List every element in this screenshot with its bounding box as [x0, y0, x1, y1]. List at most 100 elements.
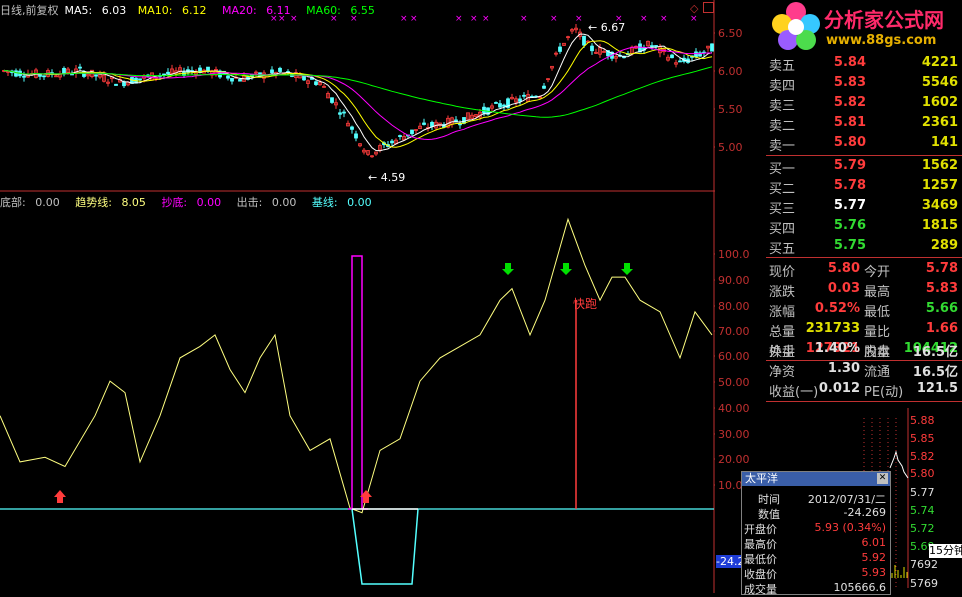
ma60-value: 6.55: [350, 4, 375, 17]
period-switch-button[interactable]: 15分钟: [929, 544, 962, 558]
tooltip-value: 5.92: [861, 551, 887, 564]
ask-row[interactable]: 卖三 5.82 1602: [766, 94, 962, 114]
ask-label: 卖一: [769, 139, 796, 154]
close-icon[interactable]: ✕: [877, 473, 888, 484]
bid-label: 买四: [769, 222, 796, 237]
ask-volume: 1602: [921, 95, 958, 110]
bid-row[interactable]: 买三 5.77 3469: [766, 197, 962, 217]
ask-row[interactable]: 卖一 5.80 141: [766, 134, 962, 154]
bid-row[interactable]: 买四 5.76 1815: [766, 217, 962, 237]
candle-body: [410, 129, 414, 135]
data-tooltip-window[interactable]: 太平洋 ✕ 时间 2012/07/31/二 数值 -24.269 开盘价 5.9…: [741, 471, 891, 596]
candle-body: [494, 102, 498, 104]
candle-body: [22, 75, 26, 78]
candle-body: [710, 43, 714, 52]
mini-tick: 5.74: [910, 504, 935, 517]
mini-tick: 5.77: [910, 486, 935, 499]
info-row: 总量 231733 量比 1.66: [766, 320, 962, 340]
candle-body: [314, 81, 318, 85]
tooltip-value: 5.93 (0.34%): [814, 521, 886, 534]
trend-line: [0, 217, 713, 514]
bottom-signal-spike: [348, 255, 368, 510]
info-value: 5.66: [925, 301, 958, 316]
bid-row[interactable]: 买一 5.79 1562: [766, 157, 962, 177]
candle-body: [398, 135, 402, 137]
price-axis-tick: 5.50: [718, 103, 743, 116]
info-value: 1.66: [925, 321, 958, 336]
ma20-line: [3, 46, 713, 141]
chart-settings-icon[interactable]: ◇: [690, 2, 698, 15]
info-label: 量比: [864, 325, 891, 340]
bottom-value: 0.00: [35, 196, 60, 209]
info-label: 今开: [864, 265, 891, 280]
bid-volume: 289: [930, 238, 958, 253]
tooltip-value: 2012/07/31/二: [807, 493, 886, 506]
ma10-label: MA10: 6.12: [138, 4, 213, 17]
bid-label: 买二: [769, 182, 796, 197]
tooltip-value: 6.01: [861, 536, 887, 549]
indicator-axis-tick: 50.00: [718, 376, 750, 389]
signal-x-marker: ×: [482, 14, 490, 24]
ask-row[interactable]: 卖四 5.83 5546: [766, 74, 962, 94]
sell-arrow-icon: [502, 263, 514, 275]
mini-price-line: [889, 450, 909, 479]
sell-arrow-icon: [621, 263, 633, 275]
indicator-axis-tick: 80.00: [718, 300, 750, 313]
base-name: 基线:: [311, 196, 338, 209]
candle-body: [14, 70, 18, 77]
candle-body: [114, 83, 118, 86]
info-value: 231733: [805, 321, 860, 336]
signal-x-marker: ×: [550, 14, 558, 24]
info-label: PE(动): [864, 385, 904, 400]
ask-price: 5.82: [833, 95, 866, 110]
info-value: 0.03: [827, 281, 860, 296]
chart-close-icon[interactable]: [703, 2, 714, 13]
mini-tick: 5.85: [910, 432, 935, 445]
trend-name: 趋势线:: [75, 196, 112, 209]
bid-row[interactable]: 买二 5.78 1257: [766, 177, 962, 197]
ask-price: 5.80: [833, 135, 866, 150]
bid-volume: 1562: [921, 158, 958, 173]
info-value: 0.52%: [814, 301, 860, 316]
tooltip-title[interactable]: 太平洋: [742, 472, 890, 486]
indicator-legend: 底部: 0.00 趋势线: 8.05 抄底: 0.00 出击: 0.00 基线:…: [0, 194, 384, 209]
base-well: [351, 508, 419, 585]
bid-row[interactable]: 买五 5.75 289: [766, 237, 962, 257]
candle-body: [226, 75, 230, 79]
tooltip-label: 收盘价: [744, 568, 777, 581]
info-value: 0.012: [818, 381, 860, 396]
info-value: 5.78: [925, 261, 958, 276]
chart-area[interactable]: ← 6.67 ← 4.59 × × × × × × × × × × × × × × × × × 快跑: [0, 0, 715, 593]
candle-body: [670, 54, 674, 59]
kline-canvas[interactable]: ← 6.67← 4.59× × × × × × × × × × × × × × × × ×快跑: [0, 0, 715, 593]
info-value: 1.30: [827, 361, 860, 376]
price-axis-tick: 6.50: [718, 27, 743, 40]
candle-body: [350, 126, 354, 130]
trend-legend: 趋势线: 8.05: [75, 196, 152, 209]
ask-row[interactable]: 卖五 5.84 4221: [766, 54, 962, 74]
indicator-axis-tick: 90.00: [718, 274, 750, 287]
signal-x-marker: ×: [455, 14, 463, 24]
info-label: 现价: [769, 265, 796, 280]
ask-row[interactable]: 卖二 5.81 2361: [766, 114, 962, 134]
base-value: 0.00: [347, 196, 372, 209]
candle-body: [582, 35, 586, 46]
bid-price: 5.75: [833, 238, 866, 253]
ma20-label: MA20: 6.11: [222, 4, 297, 17]
info-label: 股本: [864, 345, 891, 360]
ma20-value: 6.11: [266, 4, 291, 17]
tooltip-label: 最低价: [744, 553, 777, 566]
candle-body: [278, 67, 282, 72]
candle-body: [270, 69, 274, 74]
ma60-label: MA60: 6.55: [306, 4, 381, 17]
signal-x-marker: ×: [640, 14, 648, 24]
indicator-axis-tick: 30.00: [718, 428, 750, 441]
tooltip-value: 5.93: [861, 566, 887, 579]
info-value: 5.83: [925, 281, 958, 296]
indicator-axis-tick: 60.00: [718, 350, 750, 363]
ask-label: 卖二: [769, 119, 796, 134]
quote-divider: [766, 155, 962, 156]
ma5-label: MA5: 6.03: [65, 4, 133, 17]
candle-body: [42, 75, 46, 78]
info-label: 最低: [864, 305, 891, 320]
